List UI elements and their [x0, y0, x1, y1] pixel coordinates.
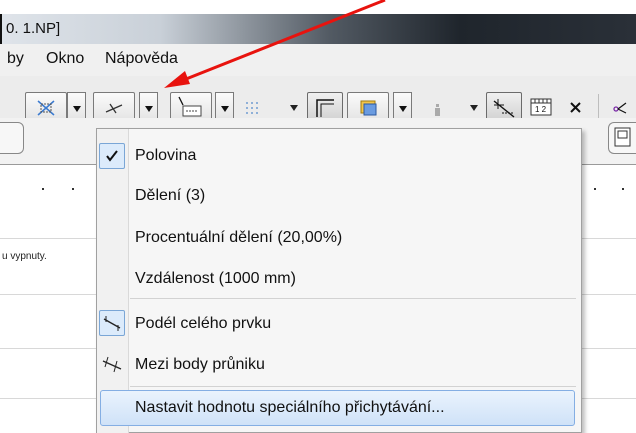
menu-item-window[interactable]: Okno: [46, 50, 84, 68]
grid-line: [0, 294, 96, 295]
grid-line: [578, 238, 636, 239]
info-box-left[interactable]: [0, 122, 24, 154]
grid-line: [0, 238, 96, 239]
grid-line: [0, 348, 96, 349]
grid-line: [578, 348, 636, 349]
grid-line: [578, 294, 636, 295]
cross-icon: [570, 102, 581, 113]
along-element-icon: [103, 316, 121, 331]
top-margin: [0, 0, 636, 14]
menu-icon-separator: [128, 129, 129, 433]
figure-dropdown[interactable]: [470, 105, 478, 111]
menu-item-division[interactable]: Dělení (3): [135, 187, 205, 205]
between-intersections-box: [100, 353, 124, 382]
ruler-icon-text: 1 2: [535, 105, 547, 114]
menu-item-percent-division[interactable]: Procentuální dělení (20,00%): [135, 229, 342, 247]
menu-item-between-intersections[interactable]: Mezi body průniku: [135, 356, 265, 374]
menu-bar: [0, 44, 636, 76]
menu-item-along-element[interactable]: Podél celého prvku: [135, 315, 271, 333]
ruler-tick: [72, 188, 74, 190]
grid-points-dropdown[interactable]: [290, 105, 298, 111]
checkmark-box: [99, 143, 125, 169]
info-box-right[interactable]: [608, 122, 636, 154]
title-bar: [0, 14, 636, 44]
menu-icon-column: [97, 129, 128, 433]
menu-item-by[interactable]: by: [7, 50, 24, 68]
between-intersections-icon: [102, 356, 122, 373]
grid-line: [578, 398, 636, 399]
ruler-tick: [42, 188, 44, 190]
menu-item-set-special-snap-value[interactable]: Nastavit hodnotu speciálního přichytáván…: [135, 399, 445, 417]
side-note-text: u vypnuty.: [2, 251, 47, 262]
menu-item-distance[interactable]: Vzdálenost (1000 mm): [135, 270, 296, 288]
checkmark-icon: [106, 150, 118, 162]
view-icon: [614, 127, 631, 147]
title-bar-edge: [0, 14, 2, 44]
window-title: 0. 1.NP]: [6, 20, 61, 37]
ruler-tick: [594, 188, 596, 190]
grid-line: [0, 398, 96, 399]
menu-separator: [130, 298, 576, 299]
along-element-box: [99, 310, 125, 336]
menu-item-half[interactable]: Polovina: [135, 147, 196, 165]
ruler-tick: [622, 188, 624, 190]
menu-item-help[interactable]: Nápověda: [105, 50, 178, 68]
menu-separator: [130, 386, 576, 387]
trace-icon: [613, 102, 627, 114]
